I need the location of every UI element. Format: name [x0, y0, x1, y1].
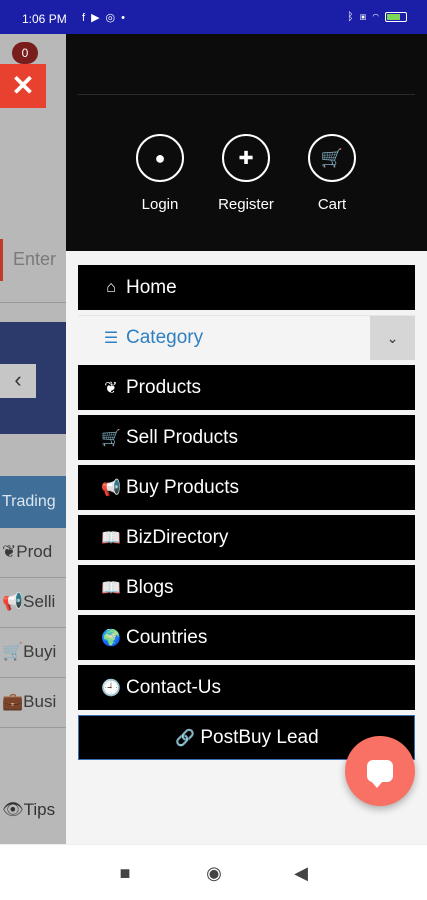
notification-icons: f▶◎•: [82, 11, 131, 24]
list-item-label: Buyi: [23, 642, 57, 661]
cart-link[interactable]: 🛒 Cart: [287, 134, 377, 213]
list-icon: ☰: [103, 330, 119, 347]
menu-item-label: Products: [126, 376, 201, 398]
cart-icon: 🛒: [101, 429, 121, 447]
register-label: Register: [218, 196, 274, 213]
notification-badge: 0: [12, 42, 38, 64]
book-icon: 📖: [101, 529, 121, 547]
menu-item-label: BizDirectory: [126, 526, 229, 548]
menu-item-products[interactable]: ❦ Products: [78, 365, 415, 410]
cart-icon: 🛒: [2, 642, 24, 661]
status-bar: 1:06 PM f▶◎• ᛒ▣◠: [0, 0, 427, 34]
bluetooth-icon: ᛒ: [347, 11, 360, 23]
menu-item-category[interactable]: ☰ Category ⌄: [78, 315, 415, 360]
menu-item-sell-products[interactable]: 🛒 Sell Products: [78, 415, 415, 460]
wifi-icon: ◠: [372, 11, 385, 23]
list-item[interactable]: ❦Prod: [0, 528, 66, 578]
megaphone-icon: 📢: [101, 479, 121, 497]
battery-icon: [385, 12, 407, 23]
menu-item-label: Blogs: [126, 576, 174, 598]
facebook-icon: f: [82, 12, 92, 24]
list-item-label: Prod: [16, 542, 53, 561]
background-page: 0 ✕ Enter ‹ Trading ❦Prod 📢Selli 🛒Buyi 💼…: [0, 34, 66, 844]
menu-item-contact-us[interactable]: 🕘 Contact-Us: [78, 665, 415, 710]
login-label: Login: [141, 196, 179, 213]
tips-link[interactable]: 👁Tips: [0, 800, 66, 820]
drawer-menu: ⌂ Home ☰ Category ⌄ ❦ Products 🛒 Sell Pr…: [78, 265, 415, 765]
user-plus-icon: ✚: [222, 134, 270, 182]
chevron-left-icon[interactable]: ‹: [0, 364, 36, 398]
menu-item-label: PostBuy Lead: [200, 726, 319, 748]
menu-item-home[interactable]: ⌂ Home: [78, 265, 415, 310]
menu-item-bizdirectory[interactable]: 📖 BizDirectory: [78, 515, 415, 560]
chevron-down-icon[interactable]: ⌄: [370, 316, 415, 360]
menu-item-label: Countries: [126, 626, 208, 648]
home-icon: ⌂: [106, 278, 116, 296]
clock-icon: 🕘: [101, 679, 121, 697]
user-icon: ●: [136, 134, 184, 182]
trading-tab[interactable]: Trading: [0, 476, 66, 528]
megaphone-icon: 📢: [2, 592, 24, 611]
tips-label: Tips: [23, 800, 56, 819]
globe-icon: 🌍: [101, 629, 121, 647]
menu-item-countries[interactable]: 🌍 Countries: [78, 615, 415, 660]
menu-item-label: Contact-Us: [126, 676, 222, 698]
menu-item-label: Buy Products: [126, 476, 239, 498]
login-link[interactable]: ● Login: [115, 134, 205, 213]
navigation-drawer: ● Login ✚ Register 🛒 Cart ⌂ Home ☰ Categ…: [66, 34, 427, 844]
register-link[interactable]: ✚ Register: [201, 134, 291, 213]
leaf-icon: ❦: [104, 379, 118, 397]
list-item[interactable]: 📢Selli: [0, 578, 66, 628]
whatsapp-icon: ◎: [105, 12, 122, 24]
menu-item-blogs[interactable]: 📖 Blogs: [78, 565, 415, 610]
cart-icon: 🛒: [308, 134, 356, 182]
chat-button[interactable]: [345, 736, 415, 806]
list-item-label: Busi: [23, 692, 57, 711]
back-icon[interactable]: ◀: [286, 863, 316, 884]
list-item-label: Selli: [23, 592, 56, 611]
search-input[interactable]: Enter: [0, 239, 66, 281]
play-icon: ▶: [91, 12, 106, 24]
link-icon: 🔗: [175, 729, 196, 747]
menu-item-buy-products[interactable]: 📢 Buy Products: [78, 465, 415, 510]
recents-icon[interactable]: ■: [110, 863, 140, 884]
list-item[interactable]: 🛒Buyi: [0, 628, 66, 678]
book-icon: 📖: [101, 579, 121, 597]
briefcase-icon: 💼: [2, 692, 24, 711]
close-drawer-button[interactable]: ✕: [0, 64, 46, 108]
system-icons: ᛒ▣◠: [347, 11, 407, 23]
drawer-header: ● Login ✚ Register 🛒 Cart: [66, 34, 427, 251]
eye-icon: 👁: [2, 800, 24, 819]
divider: [0, 302, 66, 303]
list-item[interactable]: 💼Busi: [0, 678, 66, 728]
system-nav-bar: ■ ◉ ◀: [0, 844, 427, 900]
status-time: 1:06 PM: [22, 12, 67, 26]
cart-label: Cart: [317, 196, 347, 213]
header-divider: [78, 94, 415, 95]
menu-item-label: Home: [126, 276, 177, 298]
leaf-icon: ❦: [2, 542, 17, 561]
home-button-icon[interactable]: ◉: [199, 863, 229, 884]
menu-item-label: Sell Products: [126, 426, 238, 448]
menu-item-label: Category: [126, 327, 204, 348]
dot-icon: •: [121, 12, 131, 24]
chat-icon: [367, 760, 393, 788]
signal-icon: ▣: [359, 11, 373, 23]
